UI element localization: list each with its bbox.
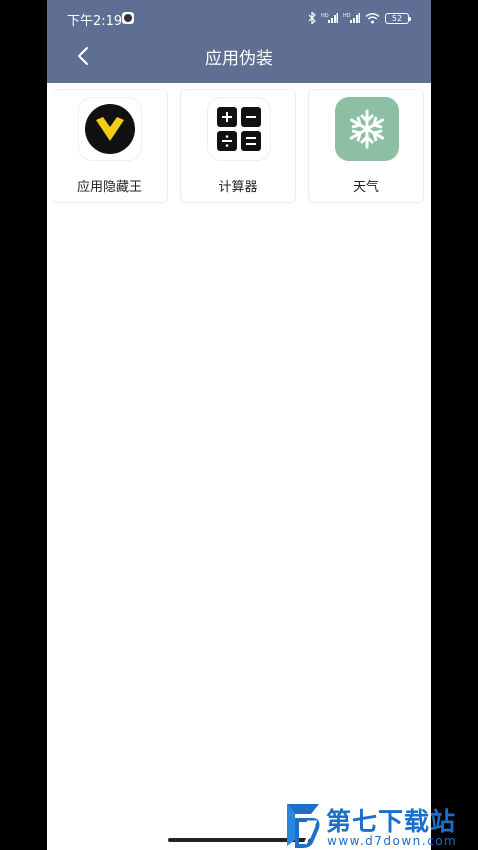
cellular-signal-icon: HD: [321, 13, 338, 23]
app-card-weather[interactable]: 天气: [308, 89, 424, 203]
app-card-label: 计算器: [218, 180, 258, 195]
app-hider-logo-icon: [78, 97, 142, 161]
wifi-icon: [365, 13, 380, 24]
page-title: 应用伪装: [205, 49, 273, 69]
watermark-url: www.d7down.com: [327, 834, 458, 848]
watermark-logo-icon: [287, 804, 320, 848]
svg-text:HD: HD: [343, 13, 351, 19]
app-card-calculator[interactable]: 计算器: [180, 89, 296, 203]
cellular-signal-icon: HD: [343, 13, 360, 23]
status-time: 下午2:19: [67, 14, 123, 29]
calculator-icon: [207, 97, 271, 161]
app-header: 下午2:19 HD HD 52 应用伪装: [47, 0, 431, 83]
notification-app-icon: [122, 12, 134, 24]
bluetooth-icon: [308, 12, 316, 24]
app-card-label: 应用隐藏王: [76, 180, 142, 195]
phone-screen: 下午2:19 HD HD 52 应用伪装 应用隐藏王 计算器 天气: [47, 0, 431, 850]
status-bar: 下午2:19 HD HD 52: [47, 0, 431, 36]
watermark: 第七下载站 www.d7down.com: [283, 800, 478, 850]
watermark-title: 第七下载站: [326, 807, 457, 836]
app-disguise-grid: 应用隐藏王 计算器 天气: [52, 89, 426, 203]
app-card-app-hider[interactable]: 应用隐藏王: [52, 89, 168, 203]
battery-icon: 52: [385, 12, 411, 24]
svg-text:HD: HD: [321, 13, 329, 19]
status-icons: HD HD 52: [308, 10, 411, 26]
app-card-label: 天气: [352, 180, 379, 195]
snowflake-icon: [335, 97, 399, 161]
